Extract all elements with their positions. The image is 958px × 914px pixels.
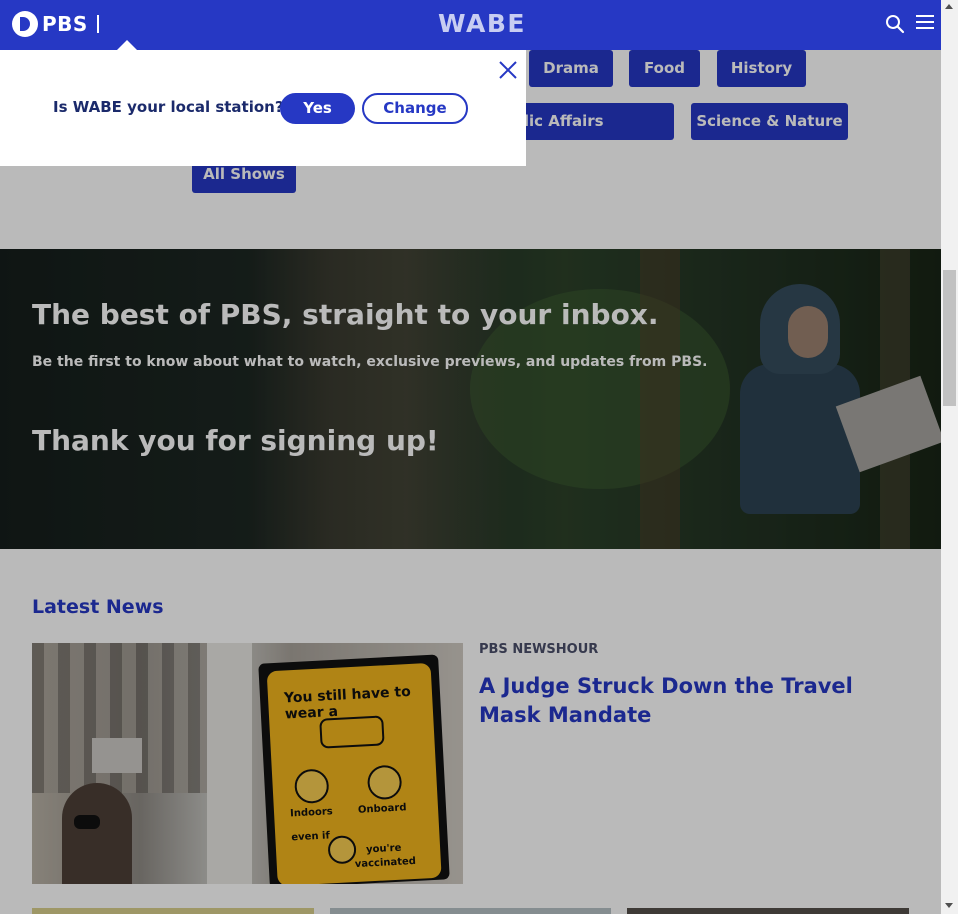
yes-button[interactable]: Yes — [280, 93, 355, 124]
menu-icon[interactable] — [916, 15, 934, 31]
page: PBS WABE Drama Food History News & Publi… — [0, 0, 941, 914]
station-logo[interactable]: WABE — [422, 9, 542, 38]
scroll-down-arrow-icon[interactable] — [945, 903, 953, 908]
logo-divider — [96, 15, 99, 33]
station-popup: Is WABE your local station? Yes Change — [0, 50, 526, 166]
site-header: PBS WABE — [0, 0, 941, 50]
search-icon[interactable] — [885, 14, 905, 34]
pbs-head-icon — [12, 11, 38, 37]
pbs-logo-text: PBS — [42, 12, 88, 36]
modal-backdrop[interactable] — [0, 50, 941, 914]
change-station-button[interactable]: Change — [362, 93, 468, 124]
pbs-logo[interactable]: PBS — [12, 10, 99, 38]
vertical-scrollbar[interactable] — [941, 0, 958, 914]
popup-pointer — [117, 40, 137, 50]
close-icon[interactable] — [498, 60, 518, 80]
scroll-up-arrow-icon[interactable] — [945, 4, 953, 9]
scrollbar-thumb[interactable] — [943, 270, 956, 406]
station-question: Is WABE your local station? — [53, 98, 284, 116]
